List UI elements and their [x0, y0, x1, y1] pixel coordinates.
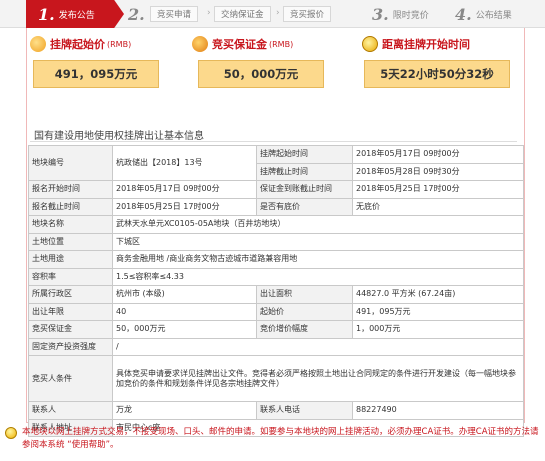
start-price-card: 挂牌起始价 (RMB) 491，095万元	[30, 34, 180, 118]
table-key: 竞买保证金	[28, 320, 113, 339]
table-value: 无底价	[352, 197, 524, 216]
deposit-title: 竞买保证金	[212, 38, 267, 51]
money-bag-icon	[192, 36, 208, 52]
table-key: 竞价增价幅度	[256, 320, 353, 339]
table-value: 下城区	[112, 232, 524, 251]
table-row: 容积率 1.5≤容积率≤4.33	[28, 267, 524, 286]
table-row: 出让年限 40 起始价 491，095万元	[28, 302, 524, 321]
table-row: 所属行政区 杭州市 (本级) 出让面积 44827.0 平方米 (67.24亩)	[28, 285, 524, 304]
table-key: 挂牌截止时间	[256, 162, 353, 181]
start-price-value: 491，095万元	[33, 60, 159, 88]
table-row: 土地位置 下城区	[28, 232, 524, 251]
step-number: 1.	[38, 4, 55, 24]
step-2: 2.	[128, 0, 149, 28]
divider	[30, 141, 517, 142]
table-value: 1.5≤容积率≤4.33	[112, 267, 524, 286]
table-value: 88227490	[352, 401, 524, 420]
land-info-table: 地块编号 杭政储出【2018】13号 挂牌起始时间 2018年05月17日 09…	[28, 145, 524, 437]
step-timed-bidding[interactable]: 3. 限时竞价	[372, 0, 429, 28]
step-label: 限时竞价	[392, 10, 429, 21]
price-tag-icon	[30, 36, 46, 52]
step-number: 3.	[372, 4, 389, 24]
start-price-title: 挂牌起始价	[50, 38, 105, 51]
table-value: 具体竞买申请要求详见挂牌出让文件。竞得者必须严格按照土地出让合同规定的条件进行开…	[112, 355, 524, 402]
countdown-card: 距离挂牌开始时间 5天22小时50分32秒	[362, 34, 522, 118]
table-key: 是否有底价	[256, 197, 353, 216]
table-key: 竞买人条件	[28, 355, 113, 402]
section-title: 国有建设用地使用权挂牌出让基本信息	[34, 131, 204, 142]
step-label: 公布结果	[475, 10, 512, 21]
deposit-unit: (RMB)	[269, 39, 294, 49]
notice-text: 本地块以网上挂牌方式交易，不接受现场、口头、邮件的申请。如要参与本地块的网上挂牌…	[22, 427, 539, 450]
table-row: 报名截止时间 2018年05月25日 17时00分 是否有底价 无底价	[28, 197, 524, 216]
start-price-unit: (RMB)	[107, 39, 132, 49]
substep-pay-deposit[interactable]: 交纳保证金	[214, 6, 271, 22]
card-title: 竞买保证金 (RMB)	[192, 34, 342, 54]
table-row: 地块名称 武林天水单元XC0105-05A地块（百井坊地块）	[28, 215, 524, 234]
substep-bid-application[interactable]: 竞买申请	[150, 6, 199, 22]
step-announce-result[interactable]: 4. 公布结果	[455, 0, 512, 28]
table-key: 挂牌起始时间	[256, 145, 353, 164]
table-value: 杭政储出【2018】13号	[112, 145, 257, 181]
table-key: 出让年限	[28, 302, 113, 321]
step-number: 2.	[128, 4, 145, 24]
table-value: 2018年05月17日 09时00分	[352, 145, 524, 164]
table-value: 491，095万元	[352, 302, 524, 321]
table-key: 保证金到账截止时间	[256, 180, 353, 199]
table-key: 容积率	[28, 267, 113, 286]
table-value: 2018年05月25日 17时00分	[352, 180, 524, 199]
table-value: /	[112, 337, 524, 356]
countdown-title: 距离挂牌开始时间	[382, 38, 470, 51]
table-row: 土地用途 商务金融用地 /商业商务文物古迹城市道路兼容用地	[28, 250, 524, 269]
table-key: 所属行政区	[28, 285, 113, 304]
alarm-clock-icon	[362, 36, 378, 52]
table-key: 土地用途	[28, 250, 113, 269]
arrow-right-icon: ›	[207, 8, 211, 18]
table-value: 40	[112, 302, 257, 321]
step-label: 发布公告	[58, 10, 95, 21]
table-key: 固定资产投资强度	[28, 337, 113, 356]
table-key: 地块编号	[28, 145, 113, 181]
substep-bid-quote[interactable]: 竞买报价	[283, 6, 332, 22]
table-row: 地块编号 杭政储出【2018】13号 挂牌起始时间 2018年05月17日 09…	[28, 145, 524, 181]
card-title: 挂牌起始价 (RMB)	[30, 34, 180, 54]
table-value: 商务金融用地 /商业商务文物古迹城市道路兼容用地	[112, 250, 524, 269]
table-row: 固定资产投资强度 /	[28, 337, 524, 356]
step-number: 4.	[455, 4, 472, 24]
table-value: 万龙	[112, 401, 257, 420]
step-bar: 1. 发布公告 2. 竞买申请 › 交纳保证金 › 竞买报价 3. 限时竞价 4…	[0, 0, 545, 28]
table-row: 报名开始时间 2018年05月17日 09时00分 保证金到账截止时间 2018…	[28, 180, 524, 199]
table-value: 2018年05月25日 17时00分	[112, 197, 257, 216]
lightbulb-icon	[5, 427, 17, 439]
table-value: 1，000万元	[352, 320, 524, 339]
table-key: 地块名称	[28, 215, 113, 234]
step-publish-notice[interactable]: 1. 发布公告	[26, 0, 124, 28]
table-value: 44827.0 平方米 (67.24亩)	[352, 285, 524, 304]
table-value: 杭州市 (本级)	[112, 285, 257, 304]
table-key: 报名开始时间	[28, 180, 113, 199]
table-key: 报名截止时间	[28, 197, 113, 216]
table-key: 联系人电话	[256, 401, 353, 420]
notice-box: 本地块以网上挂牌方式交易，不接受现场、口头、邮件的申请。如要参与本地块的网上挂牌…	[0, 423, 545, 461]
table-value: 2018年05月28日 09时30分	[352, 162, 524, 181]
table-key: 出让面积	[256, 285, 353, 304]
card-title: 距离挂牌开始时间	[362, 34, 522, 54]
table-value: 武林天水单元XC0105-05A地块（百井坊地块）	[112, 215, 524, 234]
table-value: 50，000万元	[112, 320, 257, 339]
table-row: 联系人 万龙 联系人电话 88227490	[28, 401, 524, 420]
countdown-value: 5天22小时50分32秒	[364, 60, 510, 88]
table-row: 竞买人条件 具体竞买申请要求详见挂牌出让文件。竞得者必须严格按照土地出让合同规定…	[28, 355, 524, 402]
deposit-value: 50，000万元	[198, 60, 324, 88]
deposit-card: 竞买保证金 (RMB) 50，000万元	[192, 34, 342, 118]
table-key: 联系人	[28, 401, 113, 420]
arrow-right-icon: ›	[276, 8, 280, 18]
table-value: 2018年05月17日 09时00分	[112, 180, 257, 199]
table-key: 起始价	[256, 302, 353, 321]
table-row: 竞买保证金 50，000万元 竞价增价幅度 1，000万元	[28, 320, 524, 339]
table-key: 土地位置	[28, 232, 113, 251]
